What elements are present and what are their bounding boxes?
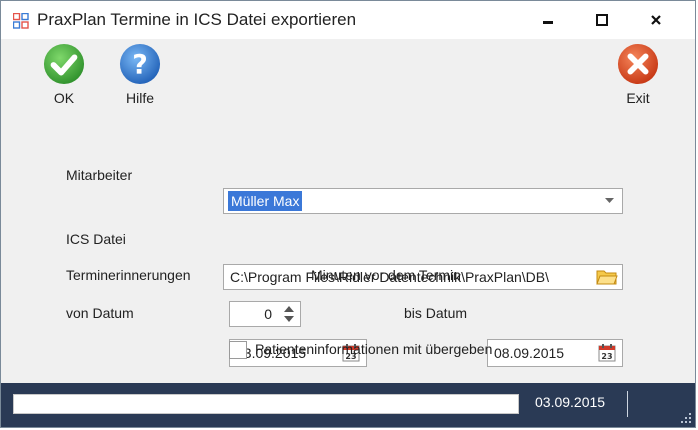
von-label: von Datum: [66, 305, 134, 321]
folder-icon[interactable]: [596, 268, 618, 286]
help-label: Hilfe: [125, 90, 154, 106]
bis-date-value: 08.09.2015: [494, 345, 565, 361]
calendar-icon[interactable]: 23: [598, 344, 616, 362]
bis-date-input[interactable]: 08.09.2015 23: [487, 339, 623, 367]
ok-button[interactable]: OK: [39, 43, 89, 106]
patient-info-checkbox[interactable]: [229, 341, 247, 359]
mitarbeiter-label: Mitarbeiter: [66, 167, 133, 183]
reminder-label: Terminerinnerungen: [66, 267, 191, 283]
window-title: PraxPlan Termine in ICS Datei exportiere…: [37, 10, 357, 29]
help-button[interactable]: ? Hilfe: [115, 43, 165, 106]
spinner-down-icon[interactable]: [284, 316, 294, 323]
status-date: 03.09.2015: [535, 394, 606, 410]
minimize-icon: [543, 21, 553, 24]
reminder-value: 0: [264, 306, 272, 322]
reminder-spinner[interactable]: 0: [229, 301, 301, 327]
spinner-up-icon[interactable]: [284, 305, 294, 312]
resize-grip-icon[interactable]: [681, 413, 691, 423]
exit-button[interactable]: Exit: [613, 43, 663, 106]
export-dialog: PraxPlan Termine in ICS Datei exportiere…: [0, 0, 696, 428]
calendar-day-text: 23: [601, 352, 612, 361]
app-grid-icon: [13, 13, 29, 29]
close-window-button[interactable]: [639, 7, 673, 33]
minimize-button[interactable]: [531, 7, 565, 33]
checkmark-icon: [43, 43, 85, 85]
question-icon: ?: [119, 43, 161, 85]
svg-text:?: ?: [132, 50, 148, 81]
maximize-icon: [596, 14, 608, 26]
chevron-down-icon: [605, 198, 614, 203]
ok-label: OK: [53, 90, 75, 106]
maximize-button[interactable]: [585, 7, 619, 33]
mitarbeiter-select[interactable]: Müller Max: [223, 188, 623, 214]
exit-label: Exit: [626, 90, 650, 106]
mitarbeiter-value: Müller Max: [228, 191, 303, 211]
status-bar: 03.09.2015: [1, 383, 695, 427]
title-bar: PraxPlan Termine in ICS Datei exportiere…: [1, 1, 695, 39]
close-icon: [651, 15, 661, 25]
progress-bar: [13, 394, 519, 414]
reminder-suffix: Minuten vor dem Termin: [311, 267, 461, 283]
bis-label: bis Datum: [404, 305, 468, 321]
status-separator: [627, 391, 628, 417]
exit-close-icon: [617, 43, 659, 85]
ics-label: ICS Datei: [66, 231, 126, 247]
patient-info-label[interactable]: Patienteninformationen mit übergeben: [255, 341, 492, 357]
dialog-body: OK ? Hilfe Exit Mitarbeiter Müller Max I…: [1, 39, 695, 385]
